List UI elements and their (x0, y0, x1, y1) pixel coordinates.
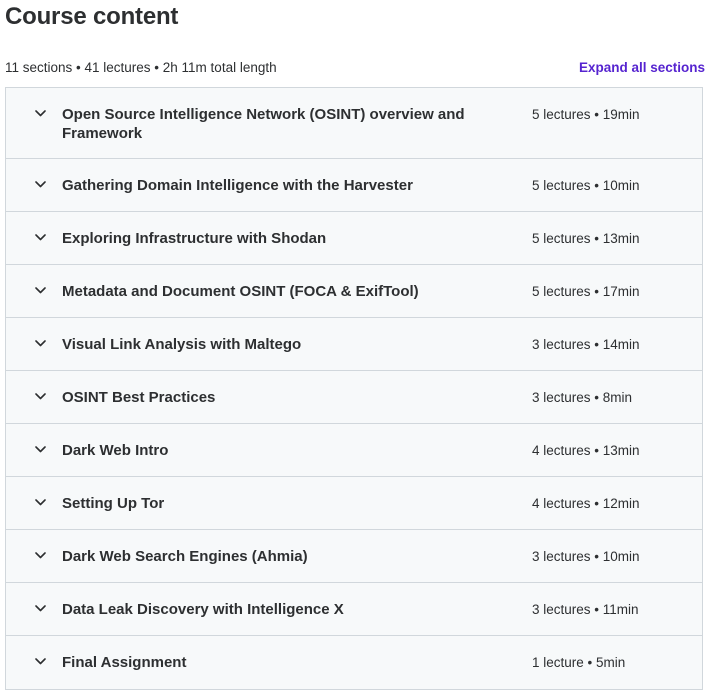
section-title: Gathering Domain Intelligence with the H… (62, 177, 413, 194)
chevron-down-icon (34, 390, 47, 403)
chevron-down-icon (34, 178, 47, 191)
course-summary: 11 sections • 41 lectures • 2h 11m total… (5, 59, 277, 75)
section-header[interactable]: Data Leak Discovery with Intelligence X … (6, 583, 702, 636)
section-header[interactable]: Exploring Infrastructure with Shodan 5 l… (6, 212, 702, 265)
sections-accordion: Open Source Intelligence Network (OSINT)… (5, 87, 703, 690)
course-summary-row: 11 sections • 41 lectures • 2h 11m total… (5, 58, 705, 76)
section-title: OSINT Best Practices (62, 389, 216, 406)
section-header[interactable]: Setting Up Tor 4 lectures • 12min (6, 477, 702, 530)
section-title: Open Source Intelligence Network (OSINT)… (62, 106, 465, 142)
section-title: Dark Web Intro (62, 442, 169, 459)
chevron-down-icon (34, 443, 47, 456)
section-header[interactable]: Open Source Intelligence Network (OSINT)… (6, 88, 702, 159)
section-title: Setting Up Tor (62, 495, 165, 512)
section-title: Visual Link Analysis with Maltego (62, 336, 302, 353)
chevron-down-icon (34, 284, 47, 297)
section-meta: 5 lectures • 19min (532, 107, 640, 122)
chevron-down-icon (34, 655, 47, 668)
section-meta: 5 lectures • 13min (532, 231, 640, 246)
section-header[interactable]: Dark Web Intro 4 lectures • 13min (6, 424, 702, 477)
chevron-down-icon (34, 549, 47, 562)
section-meta: 1 lecture • 5min (532, 655, 626, 670)
section-title: Exploring Infrastructure with Shodan (62, 230, 327, 247)
chevron-down-icon (34, 337, 47, 350)
section-meta: 3 lectures • 11min (532, 602, 639, 617)
section-header[interactable]: Gathering Domain Intelligence with the H… (6, 159, 702, 212)
section-header[interactable]: Dark Web Search Engines (Ahmia) 3 lectur… (6, 530, 702, 583)
section-meta: 5 lectures • 17min (532, 284, 640, 299)
section-meta: 3 lectures • 14min (532, 337, 640, 352)
chevron-down-icon (34, 602, 47, 615)
chevron-down-icon (34, 107, 47, 120)
chevron-down-icon (34, 231, 47, 244)
section-meta: 3 lectures • 10min (532, 549, 640, 564)
section-header[interactable]: Visual Link Analysis with Maltego 3 lect… (6, 318, 702, 371)
section-meta: 4 lectures • 12min (532, 496, 640, 511)
section-meta: 4 lectures • 13min (532, 443, 640, 458)
section-meta: 5 lectures • 10min (532, 178, 640, 193)
page-title: Course content (5, 3, 179, 30)
section-title: Dark Web Search Engines (Ahmia) (62, 548, 308, 565)
section-header[interactable]: Metadata and Document OSINT (FOCA & Exif… (6, 265, 702, 318)
section-meta: 3 lectures • 8min (532, 390, 633, 405)
chevron-down-icon (34, 496, 47, 509)
section-title: Metadata and Document OSINT (FOCA & Exif… (62, 283, 419, 300)
section-title: Final Assignment (62, 654, 187, 671)
section-title: Data Leak Discovery with Intelligence X (62, 601, 344, 618)
expand-all-sections-button[interactable]: Expand all sections (579, 60, 705, 75)
section-header[interactable]: Final Assignment 1 lecture • 5min (6, 636, 702, 689)
section-header[interactable]: OSINT Best Practices 3 lectures • 8min (6, 371, 702, 424)
